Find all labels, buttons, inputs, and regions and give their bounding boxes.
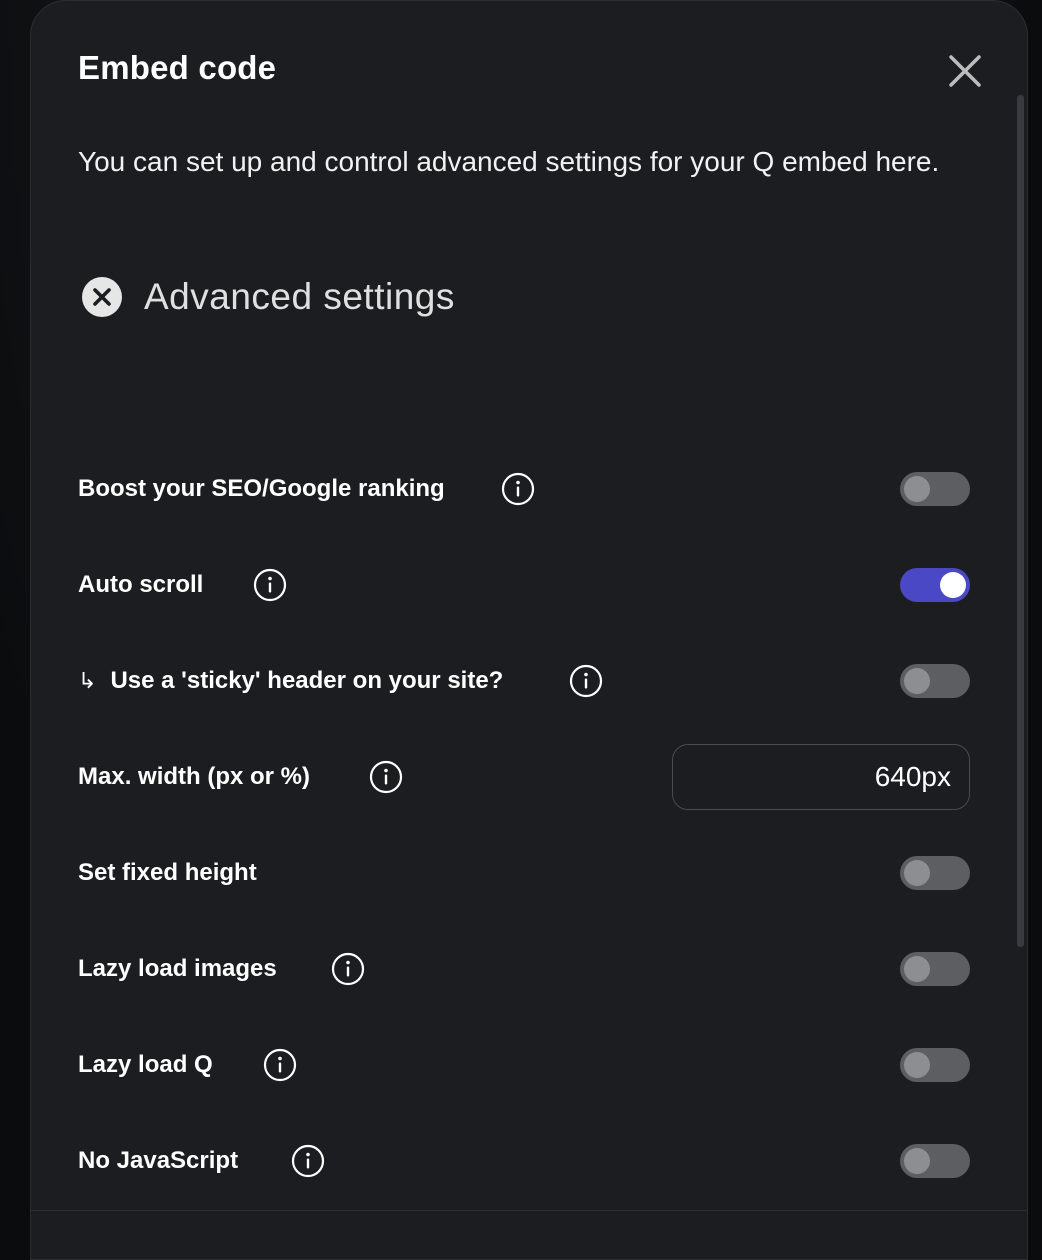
seo-toggle[interactable] [900,472,970,506]
toggle-knob [904,668,930,694]
scrollbar[interactable] [1017,95,1024,947]
setting-row-seo: Boost your SEO/Google ranking [78,469,970,509]
intro-text: You can set up and control advanced sett… [78,146,940,177]
close-icon [949,55,981,87]
toggle-knob [904,860,930,886]
setting-row-lazy-images: Lazy load images [78,949,970,989]
setting-row-lazy-q: Lazy load Q [78,1045,970,1085]
close-circle-icon [82,277,122,317]
setting-label: Set fixed height [78,859,257,886]
info-icon[interactable] [501,472,535,506]
setting-row-sticky-header: ↳ Use a 'sticky' header on your site? [78,661,970,701]
setting-label: Boost your SEO/Google ranking [78,475,445,502]
sticky-header-toggle[interactable] [900,664,970,698]
max-width-input[interactable] [672,744,970,810]
info-icon[interactable] [331,952,365,986]
advanced-settings-label: Advanced settings [144,276,455,317]
info-icon[interactable] [569,664,603,698]
setting-row-no-javascript: No JavaScript [78,1141,970,1181]
close-button[interactable] [945,51,985,91]
return-arrow-icon: ↳ [78,668,97,693]
setting-label: ↳ Use a 'sticky' header on your site? [78,667,503,695]
toggle-knob [904,956,930,982]
setting-row-auto-scroll: Auto scroll [78,565,970,605]
setting-row-max-width: Max. width (px or %) [78,744,970,810]
footer-divider [31,1210,1027,1211]
setting-label: Max. width (px or %) [78,763,311,790]
lazy-images-toggle[interactable] [900,952,970,986]
toggle-knob [940,572,966,598]
toggle-knob [904,476,930,502]
setting-label: Lazy load images [78,955,277,982]
sticky-header-label: Use a 'sticky' header on your site? [110,667,504,694]
info-icon[interactable] [253,568,287,602]
no-javascript-toggle[interactable] [900,1144,970,1178]
auto-scroll-toggle[interactable] [900,568,970,602]
modal-title: Embed code [78,49,277,86]
lazy-q-toggle[interactable] [900,1048,970,1082]
toggle-knob [904,1052,930,1078]
setting-label: Auto scroll [78,571,204,598]
setting-label: Lazy load Q [78,1051,213,1078]
info-icon[interactable] [369,760,403,794]
setting-row-fixed-height: Set fixed height [78,853,970,893]
advanced-settings-toggle[interactable]: Advanced settings [81,276,455,318]
info-icon[interactable] [263,1048,297,1082]
toggle-knob [904,1148,930,1174]
embed-code-modal: Embed code You can set up and control ad… [30,0,1028,1260]
info-icon[interactable] [291,1144,325,1178]
fixed-height-toggle[interactable] [900,856,970,890]
setting-label: No JavaScript [78,1147,239,1174]
